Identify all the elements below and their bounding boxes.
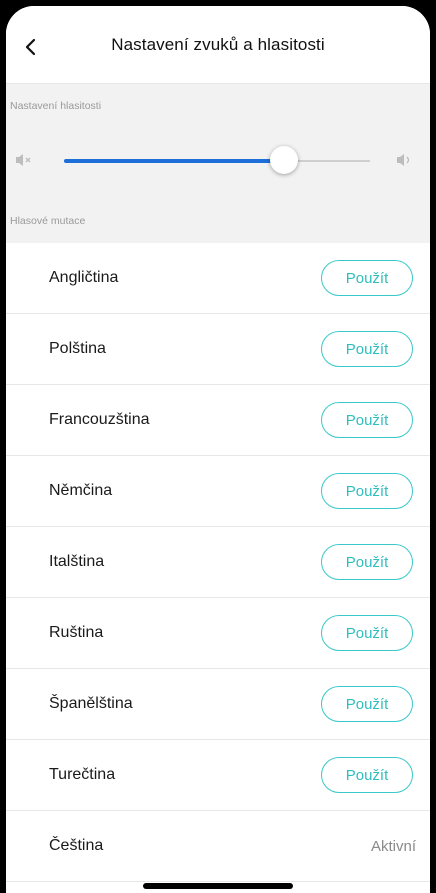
voice-list: Angličtina Použít Polština Použít Franco… <box>6 243 430 882</box>
list-item: Francouzština Použít <box>6 385 430 456</box>
voice-name: Čeština <box>49 837 104 854</box>
list-item: Španělština Použít <box>6 669 430 740</box>
back-chevron-icon[interactable] <box>20 36 42 58</box>
list-item: Italština Použít <box>6 527 430 598</box>
volume-section-label: Nastavení hlasitosti <box>6 84 430 126</box>
list-item: Polština Použít <box>6 314 430 385</box>
use-button[interactable]: Použít <box>321 757 413 793</box>
list-item: Čeština Aktivní <box>6 811 430 882</box>
voice-name: Italština <box>49 553 105 570</box>
use-button[interactable]: Použít <box>321 686 413 722</box>
use-button[interactable]: Použít <box>321 615 413 651</box>
list-item: Turečtina Použít <box>6 740 430 811</box>
voice-name: Angličtina <box>49 269 119 286</box>
volume-slider[interactable] <box>64 146 370 174</box>
speaker-loud-icon <box>397 154 410 166</box>
home-indicator[interactable] <box>143 883 293 889</box>
use-button[interactable]: Použít <box>321 473 413 509</box>
voices-section-label: Hlasové mutace <box>6 202 430 243</box>
use-button[interactable]: Použít <box>321 544 413 580</box>
voice-name: Němčina <box>49 482 113 499</box>
voice-name: Polština <box>49 340 106 357</box>
phone-screen: Nastavení zvuků a hlasitosti Nastavení h… <box>6 6 430 893</box>
speaker-mute-icon <box>16 154 31 166</box>
active-status-label: Aktivní <box>370 837 416 855</box>
voice-name: Turečtina <box>49 766 116 783</box>
nav-header: Nastavení zvuků a hlasitosti <box>6 6 430 84</box>
use-button[interactable]: Použít <box>321 402 413 438</box>
volume-slider-thumb[interactable] <box>270 146 299 174</box>
list-item: Ruština Použít <box>6 598 430 669</box>
page-title: Nastavení zvuků a hlasitosti <box>111 34 325 54</box>
volume-control <box>6 126 430 202</box>
voice-name: Ruština <box>49 624 104 641</box>
list-item: Němčina Použít <box>6 456 430 527</box>
voice-name: Španělština <box>49 695 133 712</box>
list-item: Angličtina Použít <box>6 243 430 314</box>
voice-name: Francouzština <box>49 411 150 428</box>
volume-slider-fill <box>64 159 285 163</box>
use-button[interactable]: Použít <box>321 331 413 367</box>
use-button[interactable]: Použít <box>321 260 413 296</box>
